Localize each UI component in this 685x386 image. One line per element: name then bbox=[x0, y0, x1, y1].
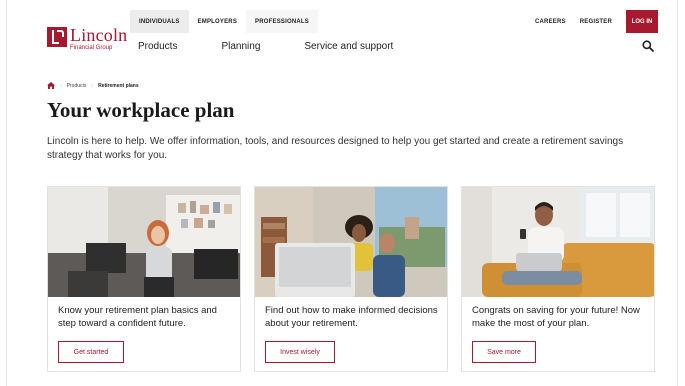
couple-computer-photo bbox=[255, 187, 447, 297]
tab-professionals[interactable]: PROFESSIONALS bbox=[246, 10, 318, 33]
main-nav: Products Planning Service and support bbox=[138, 41, 437, 52]
breadcrumb-current: Retirement plans bbox=[98, 82, 139, 89]
breadcrumb-separator: › bbox=[91, 82, 94, 89]
intro-text: Lincoln is here to help. We offer inform… bbox=[47, 136, 624, 161]
get-started-button[interactable]: Get started bbox=[58, 341, 124, 363]
audience-tabs: INDIVIDUALS EMPLOYERS PROFESSIONALS bbox=[130, 10, 318, 33]
breadcrumb-products[interactable]: Products bbox=[67, 83, 87, 89]
save-more-button[interactable]: Save more bbox=[472, 341, 536, 363]
card-basics: Know your retirement plan basics and ste… bbox=[47, 186, 241, 372]
office-photo bbox=[48, 187, 240, 297]
nav-service-and-support[interactable]: Service and support bbox=[304, 41, 393, 52]
register-link[interactable]: REGISTER bbox=[580, 19, 612, 25]
logo-subtitle: Financial Group bbox=[70, 45, 113, 51]
nav-products[interactable]: Products bbox=[138, 41, 177, 52]
card-save: Congrats on saving for your future! Now … bbox=[461, 186, 655, 372]
card-text: Find out how to make informed decisions … bbox=[265, 305, 438, 329]
card-text: Congrats on saving for your future! Now … bbox=[472, 305, 640, 329]
card-invest: Find out how to make informed decisions … bbox=[254, 186, 448, 372]
breadcrumb: › Products › Retirement plans bbox=[47, 82, 139, 89]
lincoln-logo[interactable]: Lincoln Financial Group bbox=[47, 26, 127, 51]
tab-individuals[interactable]: INDIVIDUALS bbox=[130, 10, 189, 33]
page-title: Your workplace plan bbox=[47, 98, 235, 122]
home-icon[interactable] bbox=[47, 82, 55, 89]
lincoln-logo-icon bbox=[47, 27, 67, 47]
breadcrumb-separator: › bbox=[60, 82, 62, 89]
tab-employers[interactable]: EMPLOYERS bbox=[189, 10, 246, 33]
card-text: Know your retirement plan basics and ste… bbox=[58, 305, 217, 329]
logo-name: Lincoln bbox=[70, 25, 128, 45]
login-button[interactable]: LOG IN bbox=[626, 10, 658, 33]
nav-planning[interactable]: Planning bbox=[221, 41, 260, 52]
utility-nav: CAREERS REGISTER LOG IN bbox=[535, 10, 685, 33]
careers-link[interactable]: CAREERS bbox=[535, 19, 566, 25]
logo-text: Lincoln Financial Group bbox=[70, 26, 127, 51]
man-on-couch-photo bbox=[462, 187, 654, 297]
search-icon[interactable] bbox=[642, 40, 654, 52]
invest-wisely-button[interactable]: Invest wisely bbox=[265, 341, 335, 363]
